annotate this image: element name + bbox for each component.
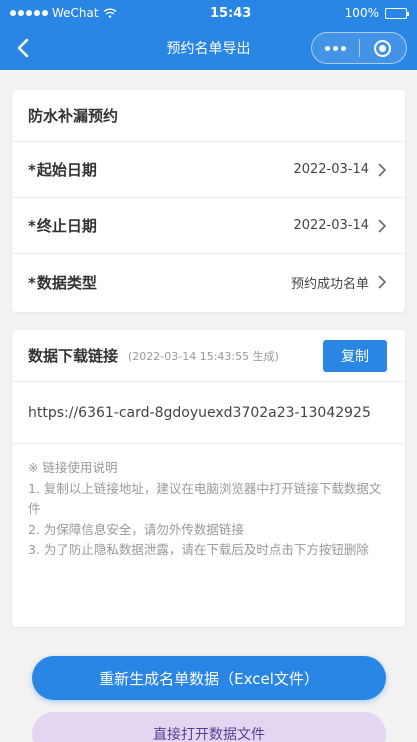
- start-date-value: 2022-03-14: [293, 162, 369, 177]
- nav-bar: 预约名单导出: [0, 26, 417, 70]
- data-type-label: *数据类型: [28, 273, 97, 292]
- data-type-row[interactable]: *数据类型 预约成功名单: [12, 254, 405, 310]
- page-title: 预约名单导出: [166, 41, 251, 57]
- download-header: 数据下载链接 (2022-03-14 15:43:55 生成) 复制: [12, 330, 405, 382]
- form-title: 防水补漏预约: [12, 90, 405, 142]
- more-dots-icon: [324, 45, 346, 51]
- note-item: 3. 为了防止隐私数据泄露，请在下载后及时点击下方按钮删除: [28, 542, 369, 557]
- data-type-picker[interactable]: 预约成功名单: [291, 273, 387, 292]
- start-date-row[interactable]: *起始日期 2022-03-14: [12, 142, 405, 198]
- export-form-card: 防水补漏预约 *起始日期 2022-03-14 *终止日期 2022-03-14…: [12, 90, 405, 312]
- chevron-right-icon: [378, 275, 387, 289]
- chevron-right-icon: [378, 218, 387, 233]
- chevron-right-icon: [378, 162, 387, 177]
- copy-button[interactable]: 复制: [323, 340, 387, 372]
- data-type-value: 预约成功名单: [290, 276, 369, 292]
- regenerate-data-button[interactable]: 重新生成名单数据（Excel文件）: [32, 656, 386, 700]
- download-link-text[interactable]: https://6361-card-8gdoyuexd3702a23-13042…: [12, 382, 405, 444]
- battery-percent: 100%: [344, 6, 379, 20]
- end-date-label: *终止日期: [28, 217, 97, 235]
- download-link-card: 数据下载链接 (2022-03-14 15:43:55 生成) 复制 https…: [12, 330, 405, 627]
- usage-notes: ※ 链接使用说明 1. 复制以上链接地址，建议在电脑浏览器中打开链接下载数据文件…: [12, 444, 405, 561]
- battery-icon: [384, 7, 409, 19]
- notes-heading: ※ 链接使用说明: [28, 460, 118, 475]
- signal-icon: [10, 10, 48, 16]
- end-date-value: 2022-03-14: [293, 218, 369, 233]
- generated-time: (2022-03-14 15:43:55 生成): [128, 349, 279, 363]
- status-left: WeChat: [10, 6, 117, 20]
- end-date-row[interactable]: *终止日期 2022-03-14: [12, 198, 405, 254]
- back-arrow-icon[interactable]: [12, 36, 36, 60]
- carrier-name: WeChat: [52, 6, 99, 20]
- status-bar: WeChat 15:43 100%: [0, 0, 417, 26]
- end-date-picker[interactable]: 2022-03-14: [293, 218, 387, 233]
- wifi-icon: [103, 8, 117, 18]
- status-right: 100%: [344, 6, 409, 20]
- mini-program-capsule: [311, 32, 407, 64]
- note-item: 2. 为保障信息安全，请勿外传数据链接: [28, 521, 244, 537]
- download-title: 数据下载链接: [28, 347, 119, 365]
- close-ring-icon: [374, 39, 392, 57]
- start-date-label: *起始日期: [28, 161, 97, 179]
- status-time: 15:43: [209, 5, 252, 21]
- close-program-button[interactable]: [360, 33, 407, 63]
- more-button[interactable]: [312, 33, 359, 63]
- note-item: 1. 复制以上链接地址，建议在电脑浏览器中打开链接下载数据文件: [28, 480, 382, 517]
- start-date-picker[interactable]: 2022-03-14: [293, 162, 387, 177]
- open-file-button[interactable]: 直接打开数据文件: [32, 712, 386, 742]
